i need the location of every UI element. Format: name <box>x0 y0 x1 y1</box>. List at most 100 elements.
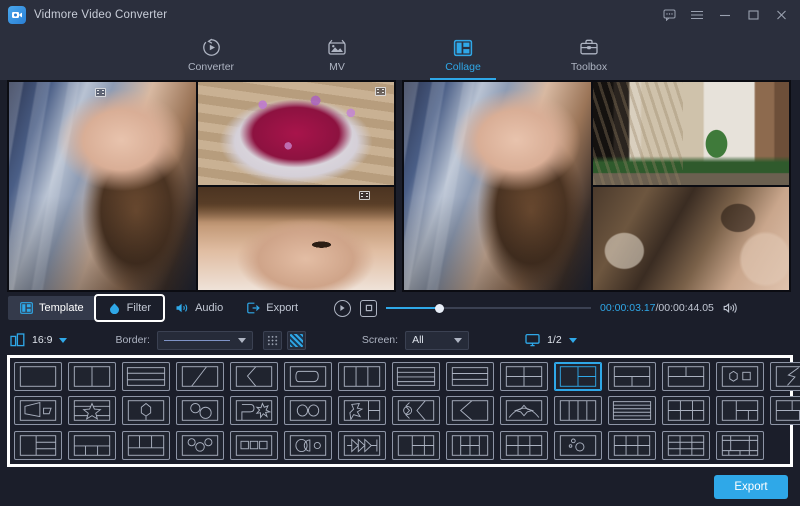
feedback-icon[interactable] <box>662 8 676 22</box>
edit-tab-export[interactable]: Export <box>235 296 310 320</box>
dotted-pattern-button[interactable] <box>263 331 282 350</box>
preview-cell[interactable] <box>198 187 394 290</box>
template-megaphone-shape[interactable] <box>14 396 62 425</box>
template-three-columns[interactable] <box>338 362 386 391</box>
preview-cell[interactable] <box>198 82 394 185</box>
nav-tab-label: Collage <box>445 61 481 73</box>
total-time: 00:00:44.05 <box>658 302 713 314</box>
template-two-top-one-wide-bottom[interactable] <box>122 431 170 460</box>
template-four-columns[interactable] <box>554 396 602 425</box>
template-two-rows-three-cells[interactable] <box>770 396 800 425</box>
screen-select[interactable]: All <box>405 331 469 350</box>
preview-cell[interactable] <box>9 82 196 290</box>
app-title: Vidmore Video Converter <box>34 9 167 21</box>
template-six-grid[interactable] <box>500 431 548 460</box>
template-bubbles-scatter[interactable] <box>554 431 602 460</box>
template-arch-with-diamond[interactable] <box>500 396 548 425</box>
edit-tabs: Template Filter Audio Export <box>0 294 310 322</box>
template-six-grid-even[interactable] <box>608 431 656 460</box>
template-five-rows[interactable] <box>608 396 656 425</box>
template-left-wide-three-right[interactable] <box>716 396 764 425</box>
template-row <box>14 431 786 460</box>
seek-slider[interactable] <box>386 301 591 315</box>
template-star-band[interactable] <box>68 396 116 425</box>
template-left-large-three-rows[interactable] <box>14 431 62 460</box>
screen-control: Screen: All <box>362 331 469 350</box>
template-lightning-split[interactable] <box>770 362 800 391</box>
template-nine-grid[interactable] <box>662 431 710 460</box>
play-button[interactable] <box>334 300 351 317</box>
template-single-frame[interactable] <box>14 362 62 391</box>
title-bar: Vidmore Video Converter <box>0 0 800 30</box>
room-with-plant-image <box>593 82 789 185</box>
stripe-pattern-button[interactable] <box>287 331 306 350</box>
toolbox-icon <box>579 38 599 58</box>
template-left-large-two-right[interactable] <box>554 362 602 391</box>
template-hexagon-center[interactable] <box>122 396 170 425</box>
minimize-icon[interactable] <box>718 8 732 22</box>
template-hexagon-and-square[interactable] <box>716 362 764 391</box>
template-puzzle-piece[interactable] <box>338 396 386 425</box>
template-three-rows-thin[interactable] <box>392 362 440 391</box>
template-diagonal-split[interactable] <box>176 362 224 391</box>
edit-tab-audio[interactable]: Audio <box>163 296 235 320</box>
filter-drop-icon <box>108 302 121 314</box>
chevron-down-icon[interactable] <box>59 338 67 343</box>
template-flag-and-flower[interactable] <box>230 396 278 425</box>
template-three-rows[interactable] <box>446 362 494 391</box>
preview-cell[interactable] <box>404 82 591 290</box>
nav-tab-collage[interactable]: Collage <box>424 32 502 78</box>
template-four-grid-wide[interactable] <box>662 396 710 425</box>
chevron-down-icon[interactable] <box>238 338 246 343</box>
nav-tab-label: Converter <box>188 61 234 73</box>
output-collage-preview[interactable] <box>402 80 791 292</box>
aspect-ratio-control[interactable]: 16:9 <box>10 333 67 347</box>
template-oval-and-circles[interactable] <box>284 431 332 460</box>
export-button[interactable]: Export <box>714 475 788 499</box>
maximize-icon[interactable] <box>746 8 760 22</box>
template-two-circles[interactable] <box>176 396 224 425</box>
template-cross-split-grid[interactable] <box>392 431 440 460</box>
template-two-top-one-bottom[interactable] <box>608 362 656 391</box>
edit-and-player-bar: Template Filter Audio Export <box>0 294 800 322</box>
preview-cell[interactable] <box>593 187 789 290</box>
template-quad-grid[interactable] <box>500 362 548 391</box>
nav-tab-converter[interactable]: Converter <box>172 32 250 78</box>
chevron-down-icon[interactable] <box>569 338 577 343</box>
preview-cell[interactable] <box>593 82 789 185</box>
template-arrow-notch[interactable] <box>230 362 278 391</box>
edit-tab-label: Audio <box>195 302 223 314</box>
template-two-ovals[interactable] <box>284 396 332 425</box>
menu-icon[interactable] <box>690 8 704 22</box>
template-horizontal-split-band[interactable] <box>122 362 170 391</box>
template-six-cells-uneven[interactable] <box>446 431 494 460</box>
border-style-select[interactable] <box>157 331 253 350</box>
template-cross-and-arc[interactable] <box>392 396 440 425</box>
template-triple-arrows[interactable] <box>338 431 386 460</box>
template-three-circles[interactable] <box>176 431 224 460</box>
edit-tab-template[interactable]: Template <box>8 296 96 320</box>
source-collage-preview[interactable] <box>7 80 396 292</box>
template-two-top-wide-bottom[interactable] <box>662 362 710 391</box>
converter-icon <box>202 38 221 58</box>
stop-button[interactable] <box>360 300 377 317</box>
template-rounded-rect-inset[interactable] <box>284 362 332 391</box>
seek-handle[interactable] <box>435 304 444 313</box>
template-arc-chevron[interactable] <box>446 396 494 425</box>
preview-cell-column <box>198 82 394 290</box>
chevron-down-icon[interactable] <box>454 338 462 343</box>
nav-tab-mv[interactable]: MV <box>298 32 376 78</box>
edit-tab-filter[interactable]: Filter <box>96 296 163 320</box>
template-three-squares[interactable] <box>230 431 278 460</box>
volume-icon[interactable] <box>723 302 738 314</box>
screen-value: All <box>412 334 424 346</box>
nav-tab-toolbox[interactable]: Toolbox <box>550 32 628 78</box>
template-mixed-mosaic[interactable] <box>716 431 764 460</box>
template-two-columns[interactable] <box>68 362 116 391</box>
template-grid <box>14 362 786 460</box>
page-selector[interactable]: 1/2 <box>525 333 577 347</box>
close-icon[interactable] <box>774 8 788 22</box>
playback-time: 00:00:03.17/00:00:44.05 <box>600 302 714 314</box>
page-indicator: 1/2 <box>547 334 562 346</box>
template-one-top-three-bottom[interactable] <box>68 431 116 460</box>
